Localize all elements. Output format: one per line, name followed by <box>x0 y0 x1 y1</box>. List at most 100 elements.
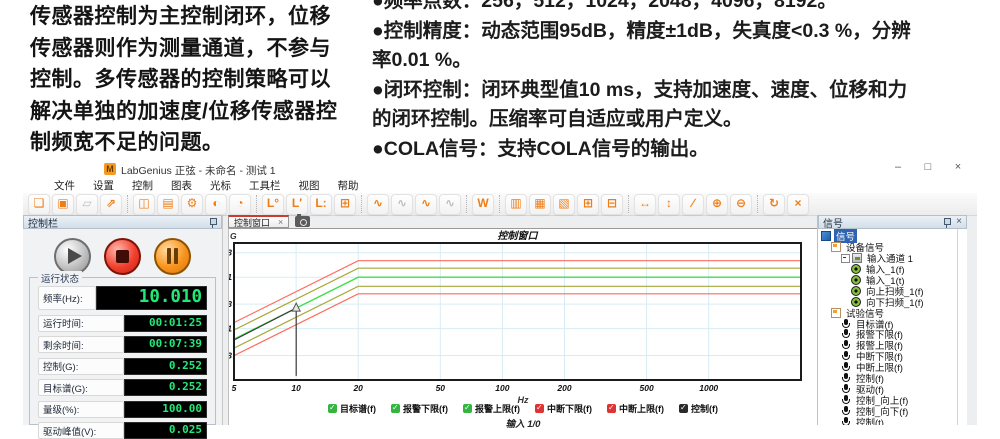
legend-checkbox[interactable] <box>391 404 400 413</box>
status-row: 控制(G):0.252 <box>38 358 207 375</box>
status-row: 目标谱(G):0.252 <box>38 379 207 396</box>
doc-bullet: ●COLA信号：支持COLA信号的输出。 <box>372 135 997 161</box>
menu-item[interactable]: 帮助 <box>329 178 368 193</box>
level-degree-icon[interactable]: L° <box>262 194 284 215</box>
menu-bar: 文件设置控制图表光标工具栏视图帮助 <box>23 178 977 193</box>
doc-bullet: ●频率点数：256，512，1024，2048，4096，8192。 <box>372 0 997 17</box>
title-bar: M LabGenius 正弦 - 未命名 - 测试 1 – □ × <box>23 160 977 178</box>
word-report-icon[interactable]: W <box>472 194 494 215</box>
histogram-2-icon[interactable]: ▦ <box>529 194 551 215</box>
menu-item[interactable]: 工具栏 <box>240 178 290 193</box>
chart-legend: 目标谱(f) 报警下限(f) 报警上限(f) 中断下限(f) 中断上限(f) 控制(f) <box>229 402 817 415</box>
status-value: 0.252 <box>124 379 207 396</box>
minimize-button[interactable]: – <box>891 161 905 173</box>
mic-icon <box>841 319 851 329</box>
legend-item[interactable]: 中断上限(f) <box>607 402 664 415</box>
status-value: 100.00 <box>124 401 207 418</box>
refresh-icon[interactable]: ↻ <box>763 194 785 215</box>
tree-item[interactable]: 控制_向下(f) <box>818 405 957 416</box>
tree-item-label: 控制(t) <box>854 415 886 425</box>
menu-item[interactable]: 光标 <box>201 178 240 193</box>
menu-item[interactable]: 控制 <box>123 178 162 193</box>
input-icon <box>851 286 861 296</box>
pin-icon[interactable] <box>942 217 951 228</box>
signal-wave-3-icon[interactable]: ∿ <box>415 194 437 215</box>
report-panel-icon[interactable]: ▤ <box>157 194 179 215</box>
mic-icon <box>841 395 851 405</box>
signal-wave-1-icon[interactable]: ∿ <box>367 194 389 215</box>
legend-item[interactable]: 目标谱(f) <box>328 402 376 415</box>
menu-item[interactable]: 视图 <box>290 178 329 193</box>
run-status-title: 运行状态 <box>38 271 82 285</box>
frequency-row: 频率(Hz): 10.010 <box>38 286 207 310</box>
legend-item[interactable]: 中断下限(f) <box>535 402 592 415</box>
fit-diagonal-icon[interactable]: ∕ <box>682 194 704 215</box>
new-file-icon[interactable]: ❏ <box>28 194 50 215</box>
pause-button[interactable] <box>154 238 191 275</box>
transport-buttons <box>23 238 222 275</box>
reset-view-icon[interactable]: × <box>787 194 809 215</box>
fit-vertical-icon[interactable]: ↕ <box>658 194 680 215</box>
level-prime-icon[interactable]: L′ <box>286 194 308 215</box>
legend-checkbox[interactable] <box>535 404 544 413</box>
status-row: 运行时间:00:01:25 <box>38 315 207 332</box>
status-value: 00:01:25 <box>124 315 207 332</box>
legend-item[interactable]: 报警上限(f) <box>463 402 520 415</box>
chart-footer: 输入 1/0 <box>229 416 817 430</box>
tree-item[interactable]: 信号 <box>818 231 957 242</box>
legend-label: 中断上限(f) <box>619 402 664 415</box>
menu-item[interactable]: 图表 <box>162 178 201 193</box>
legend-checkbox[interactable] <box>463 404 472 413</box>
legend-item[interactable]: 报警下限(f) <box>391 402 448 415</box>
tree-item[interactable]: 中断上限(f) <box>818 362 957 373</box>
level-colon-icon[interactable]: L: <box>310 194 332 215</box>
device-icon[interactable]: ◫ <box>133 194 155 215</box>
tree-item[interactable]: 向下扫频_1(f) <box>818 296 957 307</box>
zoom-in-icon[interactable]: ⊕ <box>706 194 728 215</box>
tab-close-icon[interactable]: × <box>278 218 283 227</box>
window-layout-icon[interactable]: ⊞ <box>334 194 356 215</box>
mic-icon <box>841 384 851 394</box>
display-mode-icon[interactable]: ◐ <box>205 194 227 215</box>
legend-label: 中断下限(f) <box>547 402 592 415</box>
signal-wave-2-icon[interactable]: ∿ <box>391 194 413 215</box>
histogram-3-icon[interactable]: ▧ <box>553 194 575 215</box>
signal-wave-4-icon[interactable]: ∿ <box>439 194 461 215</box>
legend-item[interactable]: 控制(f) <box>679 402 718 415</box>
stop-button[interactable] <box>104 238 141 275</box>
open-icon[interactable]: ▱ <box>76 194 98 215</box>
snapshot-camera-icon[interactable] <box>295 216 310 227</box>
fit-horizontal-icon[interactable]: ↔ <box>634 194 656 215</box>
schedule-clock-icon[interactable]: ◔ <box>229 194 251 215</box>
save-icon[interactable]: ▣ <box>52 194 74 215</box>
tree-expander-icon[interactable] <box>841 254 850 263</box>
tree-item[interactable]: 控制(f) <box>818 373 957 384</box>
menu-item[interactable]: 文件 <box>45 178 84 193</box>
zoom-out-icon[interactable]: ⊖ <box>730 194 752 215</box>
restore-button[interactable]: □ <box>921 161 935 173</box>
pin-icon[interactable] <box>208 217 217 228</box>
input-icon <box>851 275 861 285</box>
export-icon[interactable]: ⇗ <box>100 194 122 215</box>
close-button[interactable]: × <box>951 161 965 173</box>
legend-checkbox[interactable] <box>679 404 688 413</box>
histogram-1-icon[interactable]: ▥ <box>505 194 527 215</box>
menu-item[interactable]: 设置 <box>84 178 123 193</box>
input-icon <box>851 297 861 307</box>
control-window-chart[interactable]: 51020501002005001000310.30.10.03控制窗口G <box>229 229 817 394</box>
legend-checkbox[interactable] <box>607 404 616 413</box>
frequency-value: 10.010 <box>96 286 207 310</box>
group-icon <box>831 242 841 252</box>
tab-control-window[interactable]: 控制窗口 × <box>228 215 289 228</box>
svg-text:20: 20 <box>352 383 363 393</box>
play-button[interactable] <box>54 238 91 275</box>
document-section: 传感器控制为主控制闭环，位移 传感器则作为测量通道，不参与 控制。多传感器的控制… <box>0 0 1000 160</box>
settings-icon[interactable]: ⚙ <box>181 194 203 215</box>
channel-icon <box>852 253 862 263</box>
legend-checkbox[interactable] <box>328 404 337 413</box>
svg-text:1: 1 <box>229 272 232 282</box>
layout-grid-2-icon[interactable]: ⊟ <box>601 194 623 215</box>
layout-grid-1-icon[interactable]: ⊞ <box>577 194 599 215</box>
panel-close-icon[interactable]: × <box>956 217 962 227</box>
doc-paragraph: 传感器控制为主控制闭环，位移 传感器则作为测量通道，不参与 控制。多传感器的控制… <box>30 1 368 159</box>
